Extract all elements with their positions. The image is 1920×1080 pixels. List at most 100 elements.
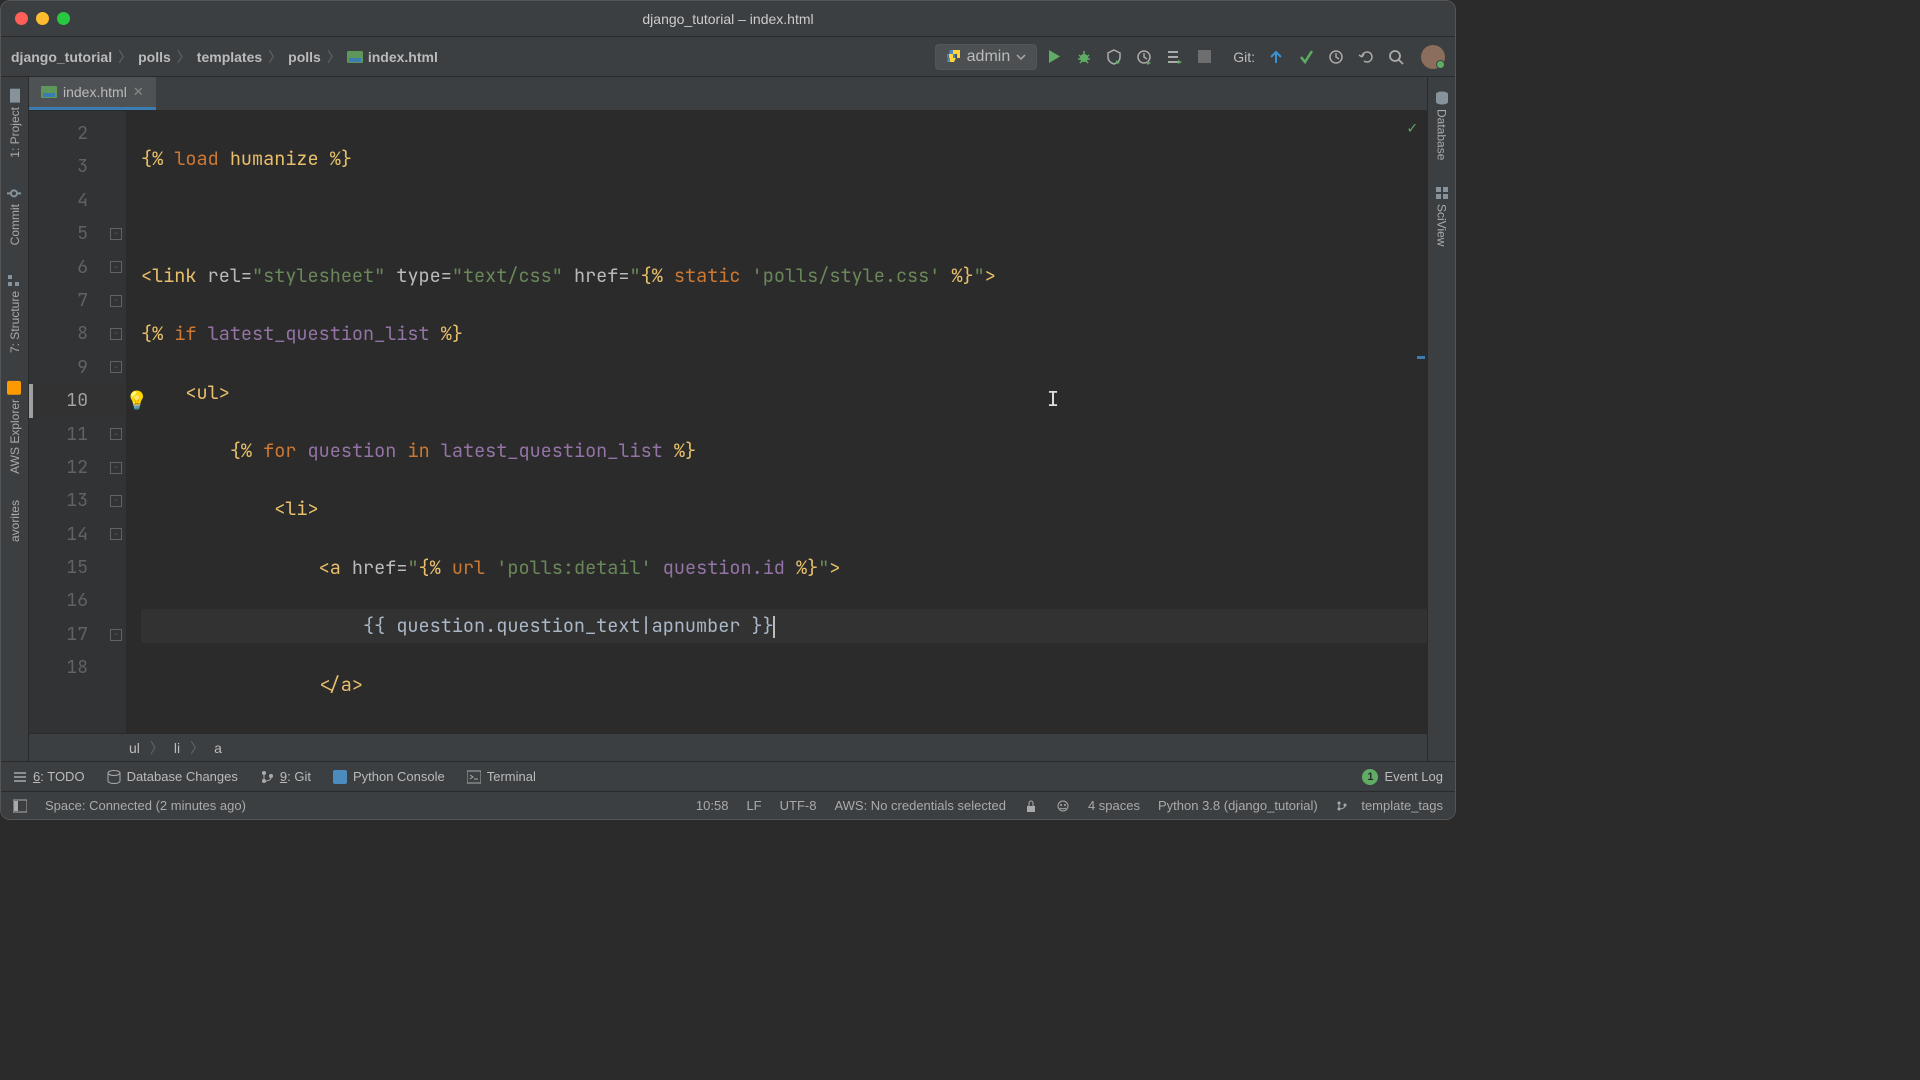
structure-icon [7,271,23,287]
project-tool-button[interactable]: 1: Project [5,81,25,164]
minimize-window-button[interactable] [36,12,49,25]
right-tool-rail: Database SciView [1427,77,1455,761]
list-icon [13,770,27,784]
git-update-button[interactable] [1263,44,1289,70]
coverage-button[interactable] [1101,44,1127,70]
debug-button[interactable] [1071,44,1097,70]
text-cursor-icon: 𝙸 [1047,386,1059,412]
git-tool-button[interactable]: 9: Git9: Git [260,769,311,784]
database-icon [1435,91,1449,105]
fold-marker[interactable]: − [110,361,122,373]
commit-tool-button[interactable]: Commit [5,178,25,251]
fold-marker[interactable]: − [110,462,122,474]
fold-marker[interactable]: − [110,228,122,240]
python-icon [946,49,961,64]
html-file-icon [41,84,57,100]
chevron-right-icon: 〉 [190,738,204,758]
folder-icon [7,87,23,103]
gutter[interactable]: 2 3 4 5− 6− 7− 8− 9− 10💡 11− 12− 13− 14−… [29,111,127,733]
git-branch-status[interactable]: template_tags [1336,798,1443,813]
branch-icon [260,770,274,784]
breadcrumbs: django_tutorial 〉 polls 〉 templates 〉 po… [11,47,438,67]
text-caret [773,616,775,638]
status-time: 10:58 [696,798,729,813]
git-commit-button[interactable] [1293,44,1319,70]
aws-explorer-button[interactable]: AWS Explorer [5,373,25,480]
event-count-badge: 1 [1362,769,1378,785]
fold-marker[interactable]: − [110,428,122,440]
error-stripe-marker[interactable] [1417,356,1425,359]
breadcrumb-item[interactable]: django_tutorial [11,49,112,65]
fold-marker[interactable]: − [110,495,122,507]
indent-status[interactable]: 4 spaces [1088,798,1140,813]
search-everywhere-button[interactable] [1383,44,1409,70]
stop-button[interactable] [1191,44,1217,70]
run-config-label: admin [967,48,1011,66]
run-configuration-selector[interactable]: admin [935,44,1038,70]
user-avatar[interactable] [1421,45,1445,69]
sciview-icon [1435,186,1449,200]
html-file-icon [347,49,363,65]
terminal-icon [467,770,481,784]
window-title: django_tutorial – index.html [642,11,813,27]
status-bar: Space: Connected (2 minutes ago) 10:58 L… [1,791,1455,819]
breadcrumb-node[interactable]: li [174,740,180,756]
fold-marker[interactable]: − [110,295,122,307]
fold-marker[interactable]: − [110,629,122,641]
editor[interactable]: 2 3 4 5− 6− 7− 8− 9− 10💡 11− 12− 13− 14−… [29,111,1427,733]
fold-marker[interactable]: − [110,261,122,273]
chevron-right-icon: 〉 [150,738,164,758]
inspector-icon[interactable] [1056,799,1070,813]
bottom-tool-bar: 6: 6: TODOTODO Database Changes 9: Git9:… [1,761,1455,791]
titlebar: django_tutorial – index.html [1,1,1455,37]
line-separator[interactable]: LF [746,798,761,813]
database-tool-button[interactable]: Database [1433,85,1451,166]
code-area[interactable]: {% load humanize %} <link rel="styleshee… [127,111,1427,733]
fold-marker[interactable]: − [110,328,122,340]
favorites-tool-button[interactable]: avorites [6,494,24,548]
branch-icon [1336,800,1348,812]
terminal-button[interactable]: Terminal [467,769,536,784]
close-tab-button[interactable]: ✕ [133,84,144,100]
git-history-button[interactable] [1323,44,1349,70]
aws-icon [7,379,23,395]
chevron-right-icon: 〉 [118,47,132,67]
aws-status[interactable]: AWS: No credentials selected [834,798,1005,813]
chevron-right-icon: 〉 [177,47,191,67]
vcs-label: Git: [1233,49,1255,65]
database-icon [107,770,121,784]
chevron-down-icon [1016,52,1026,62]
space-status[interactable]: Space: Connected (2 minutes ago) [45,798,246,813]
chevron-right-icon: 〉 [327,47,341,67]
close-window-button[interactable] [15,12,28,25]
breadcrumb-item[interactable]: polls [288,49,321,65]
breadcrumb-item[interactable]: templates [197,49,262,65]
breadcrumb-node[interactable]: a [214,740,222,756]
db-changes-button[interactable]: Database Changes [107,769,238,784]
editor-tab[interactable]: index.html ✕ [29,77,156,110]
todo-tool-button[interactable]: 6: 6: TODOTODO [13,769,85,784]
run-button[interactable] [1041,44,1067,70]
breadcrumb-node[interactable]: ul [129,740,140,756]
file-encoding[interactable]: UTF-8 [780,798,817,813]
event-log-button[interactable]: 1Event Log [1362,769,1443,785]
structure-tool-button[interactable]: 7: Structure [5,265,25,359]
python-icon [333,770,347,784]
python-console-button[interactable]: Python Console [333,769,445,784]
lock-icon[interactable] [1024,799,1038,813]
chevron-right-icon: 〉 [268,47,282,67]
tool-window-icon[interactable] [13,799,27,813]
breadcrumb-item[interactable]: polls [138,49,171,65]
concurrency-button[interactable] [1161,44,1187,70]
interpreter-status[interactable]: Python 3.8 (django_tutorial) [1158,798,1318,813]
editor-breadcrumb: ul 〉 li 〉 a [29,733,1427,761]
profile-button[interactable] [1131,44,1157,70]
fold-marker[interactable]: − [110,528,122,540]
git-rollback-button[interactable] [1353,44,1379,70]
inspection-status-icon[interactable]: ✓ [1407,117,1417,138]
breadcrumb-file-label: index.html [368,49,438,65]
sciview-tool-button[interactable]: SciView [1433,180,1451,252]
maximize-window-button[interactable] [57,12,70,25]
commit-icon [7,184,23,200]
breadcrumb-file[interactable]: index.html [347,49,438,65]
